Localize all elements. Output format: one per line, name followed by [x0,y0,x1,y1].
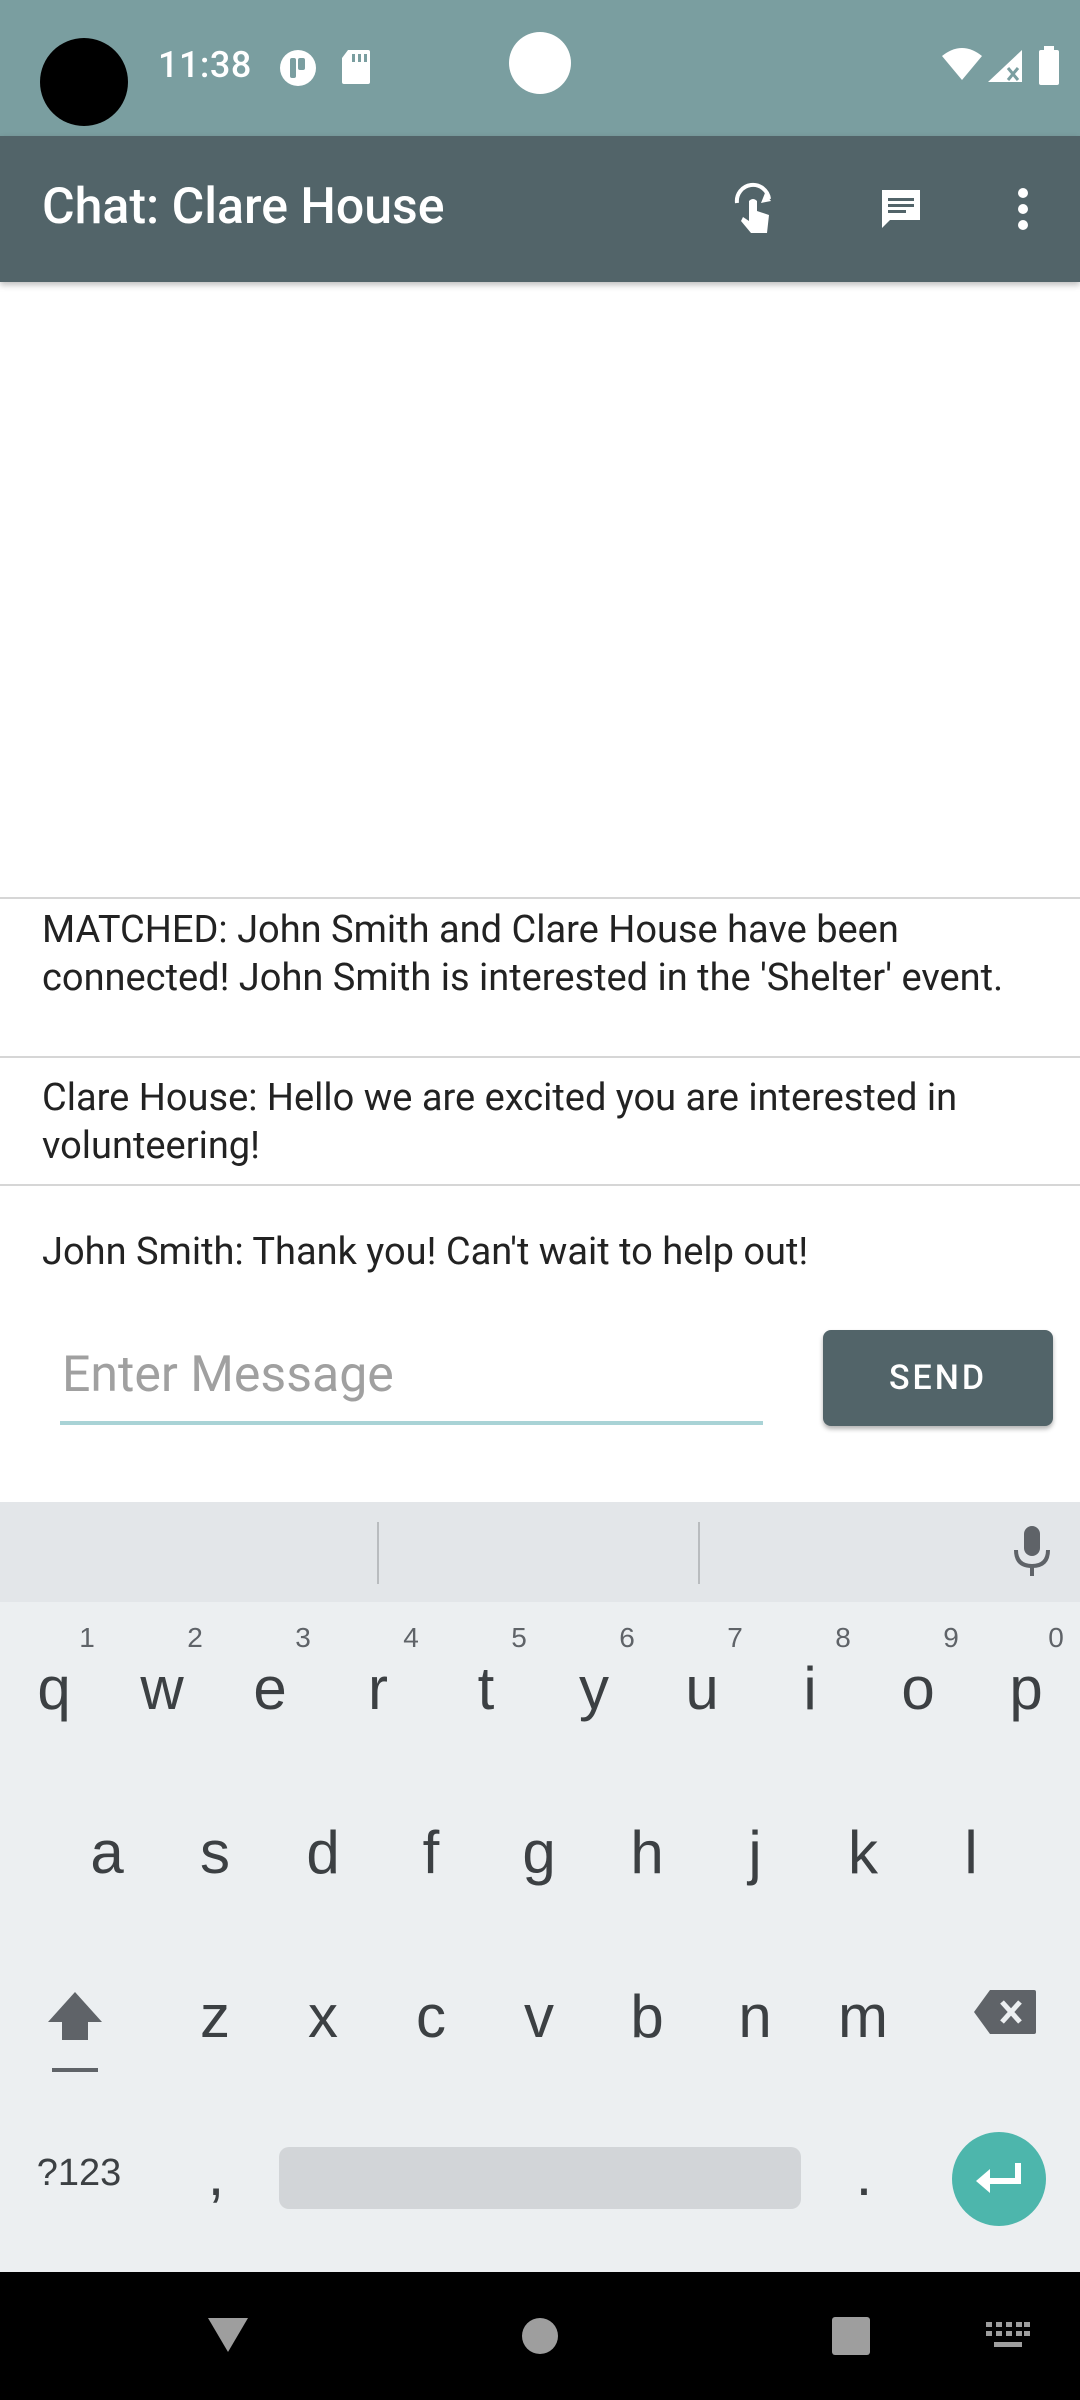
key-z[interactable]: z [165,1982,265,2051]
status-center-indicator [509,32,571,94]
key-h[interactable]: h [597,1818,697,1887]
status-time: 11:38 [158,44,252,86]
camera-cutout [40,38,128,126]
message-text: Clare House: Hello we are excited you ar… [42,1076,958,1168]
message-input[interactable] [62,1340,762,1410]
key-l[interactable]: l [921,1818,1021,1887]
key-o[interactable]: o [868,1654,968,1723]
suggestion-divider [377,1522,379,1584]
divider [0,1056,1080,1058]
message-item: MATCHED: John Smith and Clare House have… [0,904,1080,1056]
key-hint: 1 [79,1622,95,1653]
key-n[interactable]: n [705,1982,805,2051]
key-u[interactable]: u [652,1654,752,1723]
key-comma[interactable]: , [166,2140,266,2209]
signal-icon [986,48,1024,88]
key-m[interactable]: m [813,1982,913,2051]
message-text: MATCHED: John Smith and Clare House have… [42,908,1004,1000]
touch-icon[interactable] [718,174,788,244]
key-g[interactable]: g [489,1818,589,1887]
key-f[interactable]: f [381,1818,481,1887]
key-hint: 3 [295,1622,311,1653]
message-item: John Smith: Thank you! Can't wait to hel… [0,1190,1080,1300]
key-hint: 0 [1048,1622,1064,1653]
battery-icon [1038,46,1060,90]
key-w[interactable]: w [112,1654,212,1723]
key-r[interactable]: r [328,1654,428,1723]
symbols-key[interactable]: ?123 [24,2152,134,2195]
keyboard-hide-icon[interactable] [986,2322,1030,2356]
key-y[interactable]: y [544,1654,644,1723]
back-icon[interactable] [204,2314,252,2360]
app-notification-icon [278,48,318,92]
key-j[interactable]: j [705,1818,805,1887]
recents-icon[interactable] [831,2316,871,2360]
key-a[interactable]: a [57,1818,157,1887]
key-hint: 5 [511,1622,527,1653]
sd-card-icon [340,48,372,90]
key-p[interactable]: p [976,1654,1076,1723]
space-key[interactable] [279,2147,801,2209]
page-title: Chat: Clare House [42,178,445,236]
key-hint: 7 [727,1622,743,1653]
key-t[interactable]: t [436,1654,536,1723]
divider [0,897,1080,899]
key-i[interactable]: i [760,1654,860,1723]
key-period[interactable]: . [814,2140,914,2209]
key-c[interactable]: c [381,1982,481,2051]
chat-icon[interactable] [866,174,936,244]
key-d[interactable]: d [273,1818,373,1887]
home-icon[interactable] [520,2316,560,2360]
send-button[interactable]: SEND [823,1330,1053,1426]
message-text: John Smith: Thank you! Can't wait to hel… [42,1230,809,1274]
enter-key[interactable] [952,2132,1046,2226]
key-q[interactable]: q [4,1654,104,1723]
key-hint: 6 [619,1622,635,1653]
backspace-icon[interactable] [972,1988,1038,2040]
key-x[interactable]: x [273,1982,373,2051]
suggestion-strip [0,1502,1080,1602]
more-options-icon[interactable] [988,174,1058,244]
message-input-underline [60,1421,763,1425]
divider [0,1184,1080,1186]
key-v[interactable]: v [489,1982,589,2051]
enter-icon [976,2163,1021,2193]
message-item: Clare House: Hello we are excited you ar… [0,1062,1080,1184]
key-hint: 4 [403,1622,419,1653]
suggestion-divider [698,1522,700,1584]
key-s[interactable]: s [165,1818,265,1887]
key-hint: 8 [835,1622,851,1653]
wifi-icon [940,46,984,86]
key-b[interactable]: b [597,1982,697,2051]
key-e[interactable]: e [220,1654,320,1723]
key-k[interactable]: k [813,1818,913,1887]
key-hint: 2 [187,1622,203,1653]
key-hint: 9 [943,1622,959,1653]
microphone-icon[interactable] [1010,1524,1054,1584]
shift-key-icon[interactable] [44,1988,106,2080]
